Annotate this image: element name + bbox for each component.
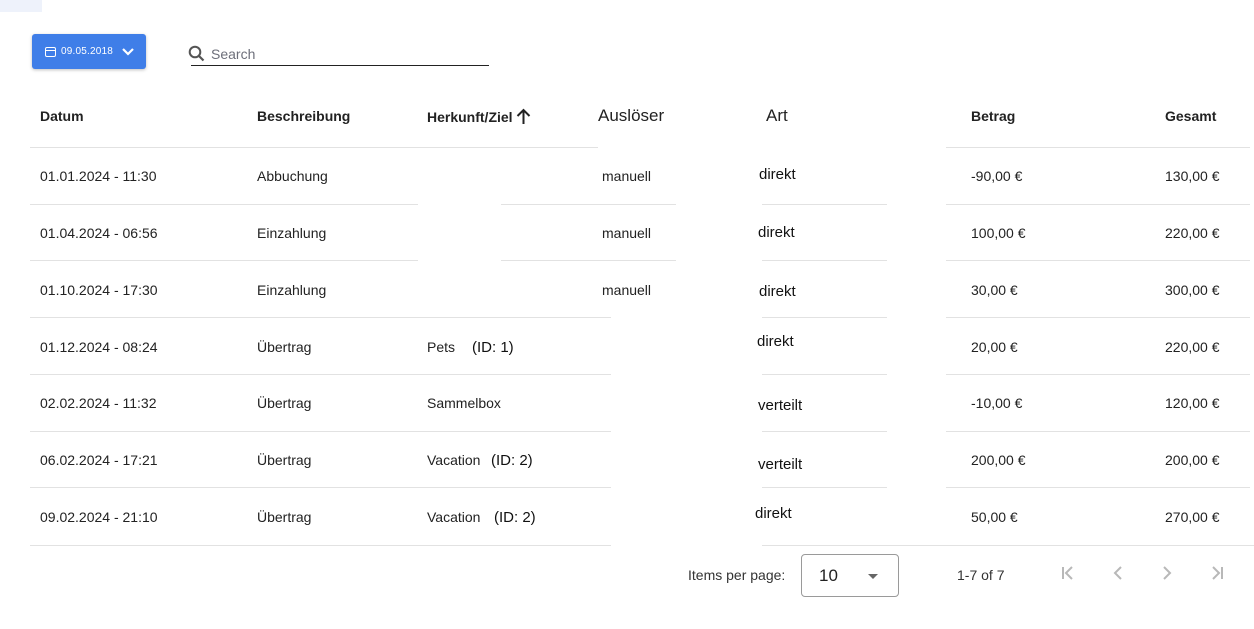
cell-gesamt: 270,00 € [1165, 509, 1220, 525]
cell-gesamt: 220,00 € [1165, 225, 1220, 241]
row-divider [30, 260, 418, 261]
cell-betrag: 200,00 € [971, 452, 1026, 468]
page-size-value: 10 [819, 566, 838, 585]
page-range-label: 1-7 of 7 [957, 567, 1005, 583]
row-divider [30, 431, 611, 432]
first-page-icon [1059, 564, 1077, 587]
row-divider [946, 374, 1250, 375]
search-box [188, 42, 489, 67]
cell-art: direkt [758, 224, 795, 241]
cell-art: verteilt [758, 456, 803, 473]
cell-ziel: Vacation [427, 452, 481, 468]
row-divider [30, 147, 598, 148]
cell-beschreibung: Abbuchung [257, 168, 328, 184]
cell-gesamt: 200,00 € [1165, 452, 1220, 468]
chevron-down-icon [121, 47, 135, 57]
header-gesamt[interactable]: Gesamt [1165, 108, 1216, 124]
cell-datum: 01.10.2024 - 17:30 [40, 282, 158, 298]
cell-art: verteilt [758, 397, 803, 414]
header-art[interactable]: Art [766, 106, 788, 126]
calendar-icon [45, 46, 56, 57]
date-label: 09.05.2018 [61, 46, 114, 57]
header-ausloeser[interactable]: Auslöser [598, 106, 664, 126]
row-divider [30, 487, 611, 488]
cell-betrag: -90,00 € [971, 168, 1023, 184]
row-divider [762, 317, 887, 318]
header-datum[interactable]: Datum [40, 108, 84, 124]
cell-art: direkt [759, 166, 796, 183]
cell-ziel: Vacation [427, 509, 481, 525]
cell-beschreibung: Übertrag [257, 452, 312, 468]
row-divider [946, 317, 1250, 318]
row-divider [762, 260, 887, 261]
row-divider [30, 204, 418, 205]
row-divider [762, 545, 1254, 546]
cell-gesamt: 120,00 € [1165, 395, 1220, 411]
row-divider [946, 431, 1250, 432]
cell-betrag: -10,00 € [971, 395, 1023, 411]
row-divider [762, 374, 887, 375]
row-divider [946, 204, 1250, 205]
cell-datum: 06.02.2024 - 17:21 [40, 452, 158, 468]
row-divider [30, 317, 611, 318]
cell-ziel-id: (ID: 2) [494, 509, 536, 526]
cell-beschreibung: Übertrag [257, 395, 312, 411]
header-herkunft-ziel-label: Herkunft/Ziel [427, 109, 513, 125]
arrow-up-icon [516, 108, 531, 128]
cell-betrag: 20,00 € [971, 339, 1018, 355]
cell-beschreibung: Einzahlung [257, 225, 327, 241]
row-divider [946, 260, 1250, 261]
row-divider [762, 431, 887, 432]
cell-datum: 09.02.2024 - 21:10 [40, 509, 158, 525]
cell-datum: 01.04.2024 - 06:56 [40, 225, 158, 241]
last-page-button[interactable] [1205, 563, 1229, 587]
row-divider [501, 260, 676, 261]
items-per-page-label: Items per page: [688, 567, 786, 583]
row-divider [30, 545, 611, 546]
cell-ziel: Sammelbox [427, 395, 501, 411]
search-input[interactable] [191, 42, 489, 66]
cell-beschreibung: Übertrag [257, 339, 312, 355]
cell-ausloeser: manuell [602, 282, 652, 298]
row-divider [946, 487, 1250, 488]
row-divider [762, 204, 887, 205]
cell-ziel-id: (ID: 2) [491, 452, 533, 469]
first-page-button[interactable] [1056, 563, 1080, 587]
cell-gesamt: 220,00 € [1165, 339, 1220, 355]
header-betrag[interactable]: Betrag [971, 108, 1015, 124]
cell-gesamt: 300,00 € [1165, 282, 1220, 298]
cell-datum: 01.01.2024 - 11:30 [40, 168, 157, 184]
row-divider [946, 147, 1250, 148]
cell-betrag: 30,00 € [971, 282, 1018, 298]
header-herkunft-ziel[interactable]: Herkunft/Ziel [427, 108, 531, 128]
cell-gesamt: 130,00 € [1165, 168, 1220, 184]
chevron-right-icon [1158, 564, 1176, 587]
row-divider [501, 204, 676, 205]
cell-art: direkt [757, 333, 794, 350]
chevron-left-icon [1109, 564, 1127, 587]
row-divider [30, 374, 611, 375]
cell-beschreibung: Übertrag [257, 509, 312, 525]
cell-betrag: 50,00 € [971, 509, 1018, 525]
cell-ziel-id: (ID: 1) [472, 339, 514, 356]
cell-datum: 02.02.2024 - 11:32 [40, 395, 157, 411]
cell-beschreibung: Einzahlung [257, 282, 327, 298]
previous-page-button[interactable] [1106, 563, 1130, 587]
cell-art: direkt [755, 505, 792, 522]
next-page-button[interactable] [1155, 563, 1179, 587]
row-divider [762, 487, 887, 488]
cell-art: direkt [759, 283, 796, 300]
header-beschreibung[interactable]: Beschreibung [257, 108, 350, 124]
date-picker-button[interactable]: 09.05.2018 [32, 34, 146, 69]
page-size-select[interactable]: 10 [801, 554, 899, 597]
dropdown-caret-icon [868, 574, 878, 579]
last-page-icon [1208, 564, 1226, 587]
cell-datum: 01.12.2024 - 08:24 [40, 339, 158, 355]
cell-ausloeser: manuell [602, 225, 652, 241]
window-corner [0, 0, 42, 12]
cell-ziel: Pets [427, 339, 456, 355]
cell-betrag: 100,00 € [971, 225, 1026, 241]
cell-ausloeser: manuell [602, 168, 652, 184]
